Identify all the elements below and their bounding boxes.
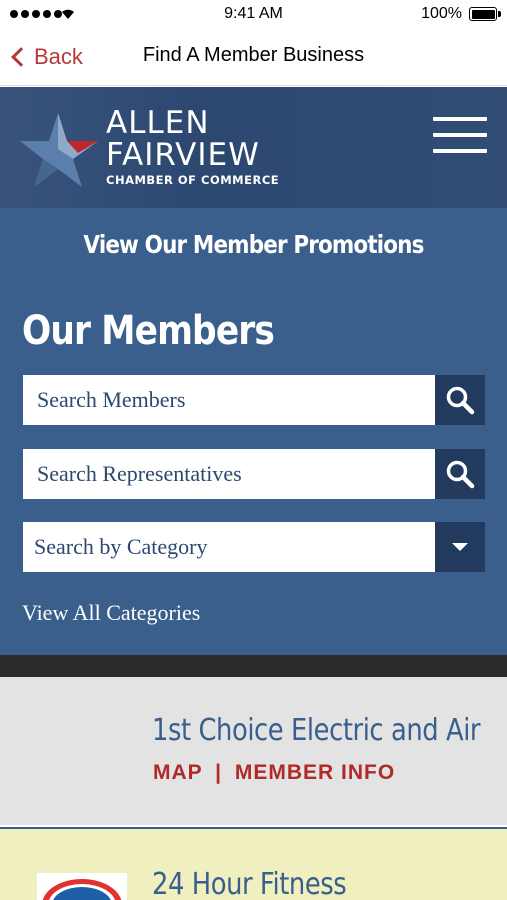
member-info-link[interactable]: MEMBER INFO (235, 761, 395, 784)
chamber-logo[interactable]: ALLEN FAIRVIEW CHAMBER OF COMMERCE (20, 107, 290, 193)
member-name[interactable]: 24 Hour Fitness (152, 867, 347, 900)
category-dropdown-button[interactable] (435, 522, 485, 572)
chevron-down-icon (452, 543, 468, 551)
navigation-bar: Back Find A Member Business (0, 30, 507, 86)
section-divider (0, 655, 507, 677)
member-name[interactable]: 1st Choice Electric and Air (152, 713, 481, 748)
view-all-categories-link[interactable]: View All Categories (22, 600, 200, 626)
member-card: 1st Choice Electric and Air MAP | MEMBER… (0, 677, 507, 825)
map-link[interactable]: MAP (153, 761, 202, 784)
member-logo (37, 873, 127, 900)
logo-text: ALLEN FAIRVIEW CHAMBER OF COMMERCE (106, 107, 279, 187)
search-icon (446, 460, 475, 489)
battery-percentage: 100% (421, 5, 462, 22)
battery-icon (469, 7, 501, 21)
link-separator: | (215, 761, 223, 784)
search-representatives-row: Search Representatives (23, 449, 485, 499)
page-title: Find A Member Business (142, 44, 365, 66)
search-representatives-input[interactable]: Search Representatives (23, 449, 435, 499)
hamburger-menu-icon[interactable] (433, 117, 487, 157)
member-search-panel: View Our Member Promotions Our Members S… (0, 208, 507, 655)
category-select[interactable]: Search by Category (23, 522, 485, 572)
search-representatives-button[interactable] (435, 449, 485, 499)
category-select-value[interactable]: Search by Category (23, 522, 435, 572)
member-card: 24 Hour Fitness (0, 827, 507, 900)
member-promotions-link[interactable]: View Our Member Promotions (35, 230, 471, 259)
search-members-button[interactable] (435, 375, 485, 425)
member-links: MAP | MEMBER INFO (153, 761, 395, 785)
star-logo-icon (20, 113, 98, 187)
search-icon (446, 386, 475, 415)
logo-line-chamber: CHAMBER OF COMMERCE (106, 173, 280, 187)
search-members-row: Search Members (23, 375, 485, 425)
our-members-heading: Our Members (22, 308, 275, 354)
status-bar: 9:41 AM 100% (0, 0, 507, 30)
site-header: ALLEN FAIRVIEW CHAMBER OF COMMERCE (0, 87, 507, 208)
search-members-input[interactable]: Search Members (23, 375, 435, 425)
logo-line-allen: ALLEN (106, 105, 210, 141)
logo-line-fairview: FAIRVIEW (106, 137, 260, 173)
